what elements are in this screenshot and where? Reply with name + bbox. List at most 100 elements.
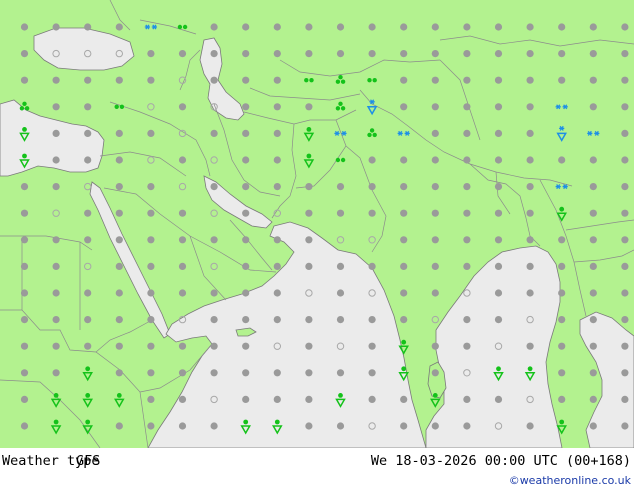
cloudy-icon [463, 129, 471, 137]
cloudy-icon [526, 156, 534, 164]
cloudy-icon [494, 129, 503, 137]
cloudy-icon [589, 23, 597, 31]
cloudy-icon [178, 236, 187, 244]
cloudy-icon [84, 209, 92, 217]
cloudy-icon [494, 23, 503, 31]
cloudy-icon [621, 209, 629, 217]
cloudy-icon [305, 103, 313, 111]
cloudy-icon [621, 262, 629, 270]
cloudy-icon [400, 103, 408, 111]
cloudy-icon [242, 50, 250, 58]
cloudy-icon [558, 23, 566, 31]
cloudy-icon [242, 262, 250, 270]
cloudy-icon [147, 50, 155, 58]
map-svg [0, 0, 634, 448]
cloudy-icon [210, 369, 218, 377]
cloudy-icon [52, 316, 60, 324]
cloudy-icon [147, 236, 155, 244]
cloudy-icon [400, 50, 408, 58]
cloudy-icon [463, 395, 471, 403]
cloudy-icon [84, 289, 92, 297]
cloudy-icon [178, 342, 187, 350]
cloudy-icon [621, 316, 629, 324]
cloudy-icon [526, 76, 534, 84]
cloudy-icon [463, 342, 471, 350]
cloudy-icon [305, 422, 313, 430]
cloudy-icon [20, 50, 29, 58]
cloudy-icon [52, 342, 60, 350]
cloudy-icon [558, 236, 566, 244]
cloudy-icon [242, 183, 250, 191]
cloudy-icon [84, 23, 92, 31]
cloudy-icon [273, 236, 281, 244]
cloudy-icon [84, 103, 92, 111]
cloudy-icon [368, 262, 376, 270]
cloudy-icon [400, 262, 408, 270]
cloudy-icon [621, 369, 629, 377]
cloudy-icon [52, 289, 60, 297]
cloudy-icon [368, 156, 376, 164]
cloudy-icon [52, 23, 60, 31]
cloudy-icon [210, 422, 218, 430]
cloudy-icon [558, 395, 566, 403]
cloudy-icon [115, 289, 123, 297]
cloudy-icon [20, 395, 29, 403]
cloudy-icon [431, 342, 439, 350]
cloudy-icon [463, 103, 471, 111]
cloudy-icon [273, 183, 281, 191]
cloudy-icon [463, 50, 471, 58]
cloudy-icon [558, 156, 566, 164]
cloudy-icon [115, 422, 123, 430]
cloudy-icon [147, 129, 155, 137]
cloudy-icon [242, 129, 250, 137]
cloudy-icon [368, 50, 376, 58]
cloudy-icon [621, 103, 629, 111]
cloudy-icon [526, 289, 534, 297]
cloudy-icon [431, 289, 439, 297]
cloudy-icon [400, 156, 408, 164]
cloudy-icon [621, 129, 629, 137]
cloudy-icon [336, 50, 345, 58]
cloudy-icon [400, 183, 408, 191]
cloudy-icon [336, 183, 345, 191]
credit-link[interactable]: ©weatheronline.co.uk [509, 474, 631, 487]
cloudy-icon [621, 156, 629, 164]
cloudy-icon [52, 183, 60, 191]
cloudy-icon [115, 262, 123, 270]
cloudy-icon [526, 23, 534, 31]
cloudy-icon [589, 316, 597, 324]
cloudy-icon [20, 183, 29, 191]
cloudy-icon [621, 76, 629, 84]
cloudy-icon [305, 236, 313, 244]
cloudy-icon [147, 289, 155, 297]
cloudy-icon [147, 422, 155, 430]
cloudy-icon [242, 209, 250, 217]
cloudy-icon [84, 156, 92, 164]
cloudy-icon [400, 236, 408, 244]
cloudy-icon [52, 236, 60, 244]
cloudy-icon [526, 50, 534, 58]
cloudy-icon [494, 156, 503, 164]
cloudy-icon [147, 316, 155, 324]
cloudy-icon [84, 316, 92, 324]
cloudy-icon [210, 316, 218, 324]
cloudy-icon [431, 369, 439, 377]
cloudy-icon [558, 289, 566, 297]
cloudy-icon [589, 262, 597, 270]
cloudy-icon [52, 76, 60, 84]
map-background [0, 0, 634, 448]
cloudy-icon [210, 342, 218, 350]
cloudy-icon [178, 289, 187, 297]
cloudy-icon [210, 236, 218, 244]
cloudy-icon [273, 129, 281, 137]
cloudy-icon [431, 209, 439, 217]
cloudy-icon [178, 262, 187, 270]
cloudy-icon [494, 209, 503, 217]
cloudy-icon [431, 156, 439, 164]
cloudy-icon [115, 183, 123, 191]
cloudy-icon [589, 369, 597, 377]
cloudy-icon [178, 103, 187, 111]
cloudy-icon [305, 395, 313, 403]
cloudy-icon [305, 23, 313, 31]
cloudy-icon [115, 156, 123, 164]
